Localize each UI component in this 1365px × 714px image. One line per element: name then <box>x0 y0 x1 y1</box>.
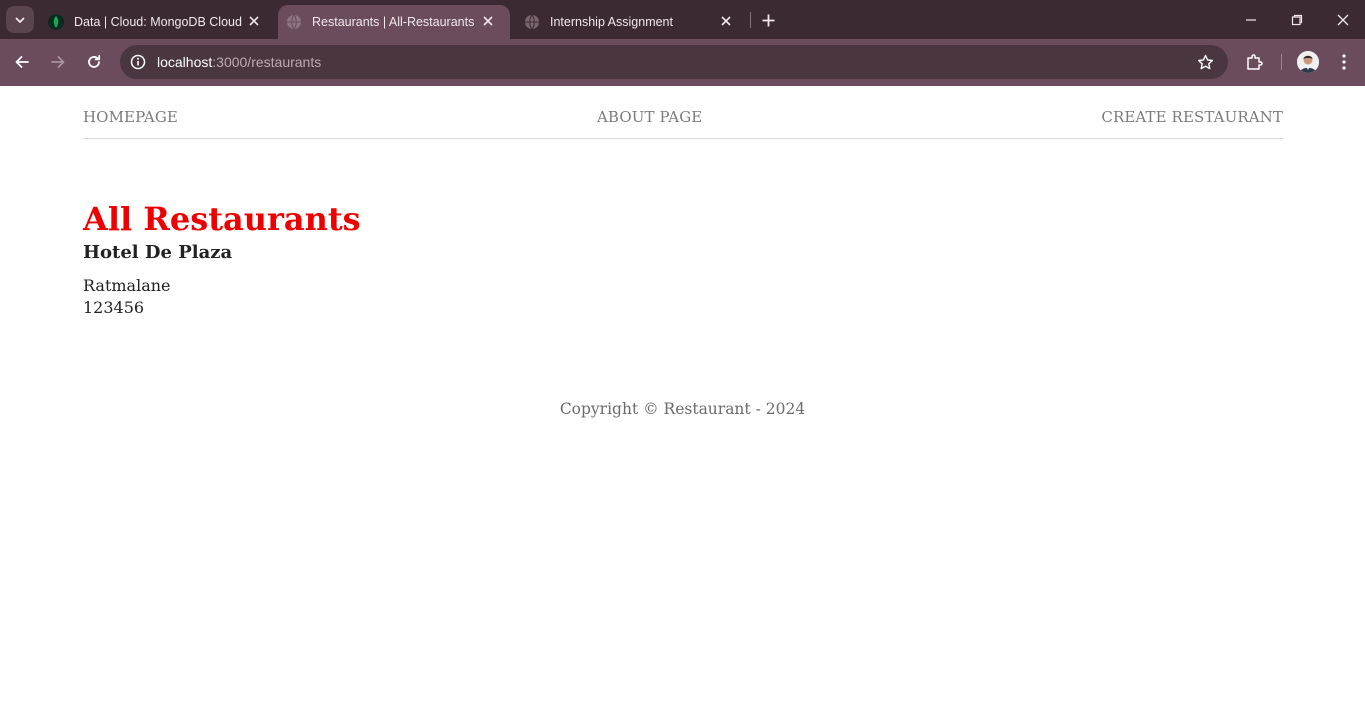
profile-avatar[interactable] <box>1297 51 1319 73</box>
browser-menu-button[interactable] <box>1335 51 1353 73</box>
url-host: localhost <box>157 54 213 70</box>
minimize-button[interactable] <box>1241 10 1261 30</box>
plus-icon <box>762 14 774 26</box>
reload-button[interactable] <box>83 51 105 73</box>
nav-link-create-restaurant[interactable]: CREATE RESTAURANT <box>1101 108 1283 126</box>
close-icon[interactable] <box>246 13 262 29</box>
tab-title: Internship Assignment <box>550 15 673 29</box>
tab-internship[interactable]: Internship Assignment <box>516 5 748 39</box>
close-icon[interactable] <box>718 13 734 29</box>
arrow-right-icon <box>51 56 65 68</box>
restaurant-address: Ratmalane <box>83 276 171 295</box>
restaurant-phone: 123456 <box>83 298 145 317</box>
close-window-button[interactable] <box>1333 10 1353 30</box>
page-viewport: HOMEPAGE ABOUT PAGE CREATE RESTAURANT Al… <box>0 86 1365 714</box>
address-url: localhost:3000/restaurants <box>157 54 321 70</box>
new-tab-button[interactable] <box>758 10 778 30</box>
kebab-menu-icon <box>1342 54 1346 70</box>
url-path: :3000/restaurants <box>212 54 322 70</box>
page-title: All Restaurants <box>83 200 361 238</box>
restaurant-name: Hotel De Plaza <box>83 242 233 263</box>
tab-title: Data | Cloud: MongoDB Cloud <box>74 15 242 29</box>
browser-tabstrip: Data | Cloud: MongoDB Cloud Restaurants … <box>0 0 1365 39</box>
forward-button[interactable] <box>47 51 69 73</box>
globe-icon <box>524 14 540 30</box>
back-button[interactable] <box>11 51 33 73</box>
toolbar-divider <box>1281 54 1282 70</box>
minimize-icon <box>1246 19 1256 21</box>
address-bar[interactable]: localhost:3000/restaurants <box>120 45 1228 79</box>
tab-search-button[interactable] <box>6 6 34 33</box>
arrow-left-icon <box>15 56 29 68</box>
mongodb-leaf-icon <box>48 14 64 30</box>
tab-title: Restaurants | All-Restaurants <box>312 15 475 29</box>
browser-toolbar: localhost:3000/restaurants <box>0 39 1365 86</box>
restore-button[interactable] <box>1287 10 1307 30</box>
profile-icon <box>1297 51 1319 73</box>
nav-link-homepage[interactable]: HOMEPAGE <box>83 108 178 126</box>
site-footer: Copyright © Restaurant - 2024 <box>559 400 806 418</box>
tab-restaurants[interactable]: Restaurants | All-Restaurants <box>278 5 510 39</box>
close-icon <box>1337 14 1349 26</box>
bookmark-star-icon[interactable] <box>1196 53 1214 71</box>
restore-icon <box>1291 14 1303 26</box>
site-navbar: HOMEPAGE ABOUT PAGE CREATE RESTAURANT <box>83 86 1283 139</box>
chevron-down-icon <box>15 17 25 23</box>
reload-icon <box>88 54 101 68</box>
nav-link-about[interactable]: ABOUT PAGE <box>597 108 702 126</box>
puzzle-icon <box>1247 54 1263 70</box>
site-info-icon[interactable] <box>129 53 147 71</box>
close-icon[interactable] <box>480 13 496 29</box>
tab-mongodb[interactable]: Data | Cloud: MongoDB Cloud <box>40 5 276 39</box>
extensions-button[interactable] <box>1244 52 1264 72</box>
globe-icon <box>286 14 302 30</box>
tab-divider <box>750 12 751 28</box>
